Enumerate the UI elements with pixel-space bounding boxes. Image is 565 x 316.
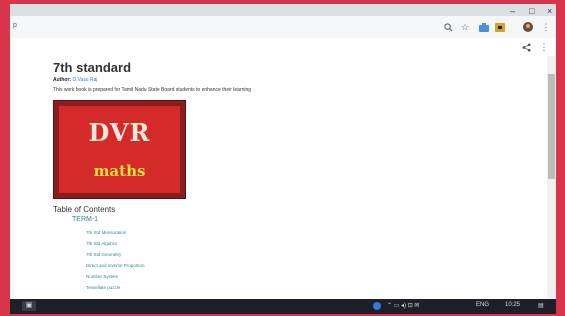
toc-item[interactable]: 7th Std Mensuration — [86, 227, 145, 238]
description: This work book is prepared for Tamil Nad… — [53, 87, 252, 93]
profile-icon[interactable] — [522, 21, 534, 33]
toc-item[interactable]: Direct and Inverse Proportion — [86, 260, 145, 271]
network-icon[interactable] — [373, 302, 381, 310]
toc-item[interactable]: 7th Std Geometry — [86, 249, 145, 260]
toc-heading: Table of Contents — [53, 205, 116, 214]
book-cover-image: DVR maths — [53, 100, 186, 199]
language-indicator[interactable]: ENG — [476, 302, 489, 308]
star-icon[interactable]: ☆ — [459, 21, 471, 33]
author-label: Author: — [53, 77, 72, 83]
tray-icons[interactable]: ⌃ ▭ ◂) ⊡ ✉ — [387, 302, 419, 309]
minimize-button[interactable]: – — [510, 6, 515, 16]
close-button[interactable]: × — [547, 6, 552, 16]
browser-window: – □ × p ☆ ⋮ ⋮ 7th standard Author: D.Vas… — [10, 0, 556, 314]
share-icon[interactable] — [520, 41, 532, 53]
maximize-button[interactable]: □ — [529, 6, 534, 16]
toc-item[interactable]: Number System — [86, 271, 145, 282]
cover-subtitle: maths — [93, 162, 146, 180]
author-link[interactable]: D.Vasu Raj — [72, 77, 97, 83]
scrollbar-thumb[interactable] — [548, 74, 555, 179]
toc-item[interactable]: Tessellate puzzle — [86, 282, 145, 293]
document-content: 7th standard Author: D.Vasu Raj This wor… — [53, 60, 533, 290]
extension-icon[interactable] — [478, 21, 490, 33]
page-title: 7th standard — [53, 60, 132, 75]
taskbar: ▣ ⌃ ▭ ◂) ⊡ ✉ ENG 10:25 ▤ — [10, 299, 556, 314]
menu-icon[interactable]: ⋮ — [540, 21, 552, 33]
author-line: Author: D.Vasu Raj — [53, 77, 97, 83]
notification-icon[interactable]: ▤ — [538, 302, 544, 309]
address-bar[interactable]: p ☆ ⋮ — [10, 16, 556, 39]
toc-term[interactable]: TERM-1 — [72, 216, 98, 223]
url-text[interactable]: p — [13, 22, 17, 29]
toc-list: 7th Std Mensuration 7th Std Algebra 7th … — [86, 227, 145, 293]
vertical-scrollbar[interactable] — [547, 56, 556, 299]
clock[interactable]: 10:25 — [505, 302, 520, 308]
cover-panel: DVR maths — [59, 106, 180, 193]
more-icon[interactable]: ⋮ — [538, 41, 550, 53]
cover-title: DVR — [88, 118, 151, 147]
document-toolbar: ⋮ — [10, 38, 556, 56]
search-icon[interactable] — [442, 21, 454, 33]
extension-icon[interactable] — [494, 21, 506, 33]
title-bar: – □ × — [10, 4, 556, 16]
toc-item[interactable]: 7th Std Algebra — [86, 238, 145, 249]
taskbar-app-icon[interactable]: ▣ — [22, 301, 36, 311]
